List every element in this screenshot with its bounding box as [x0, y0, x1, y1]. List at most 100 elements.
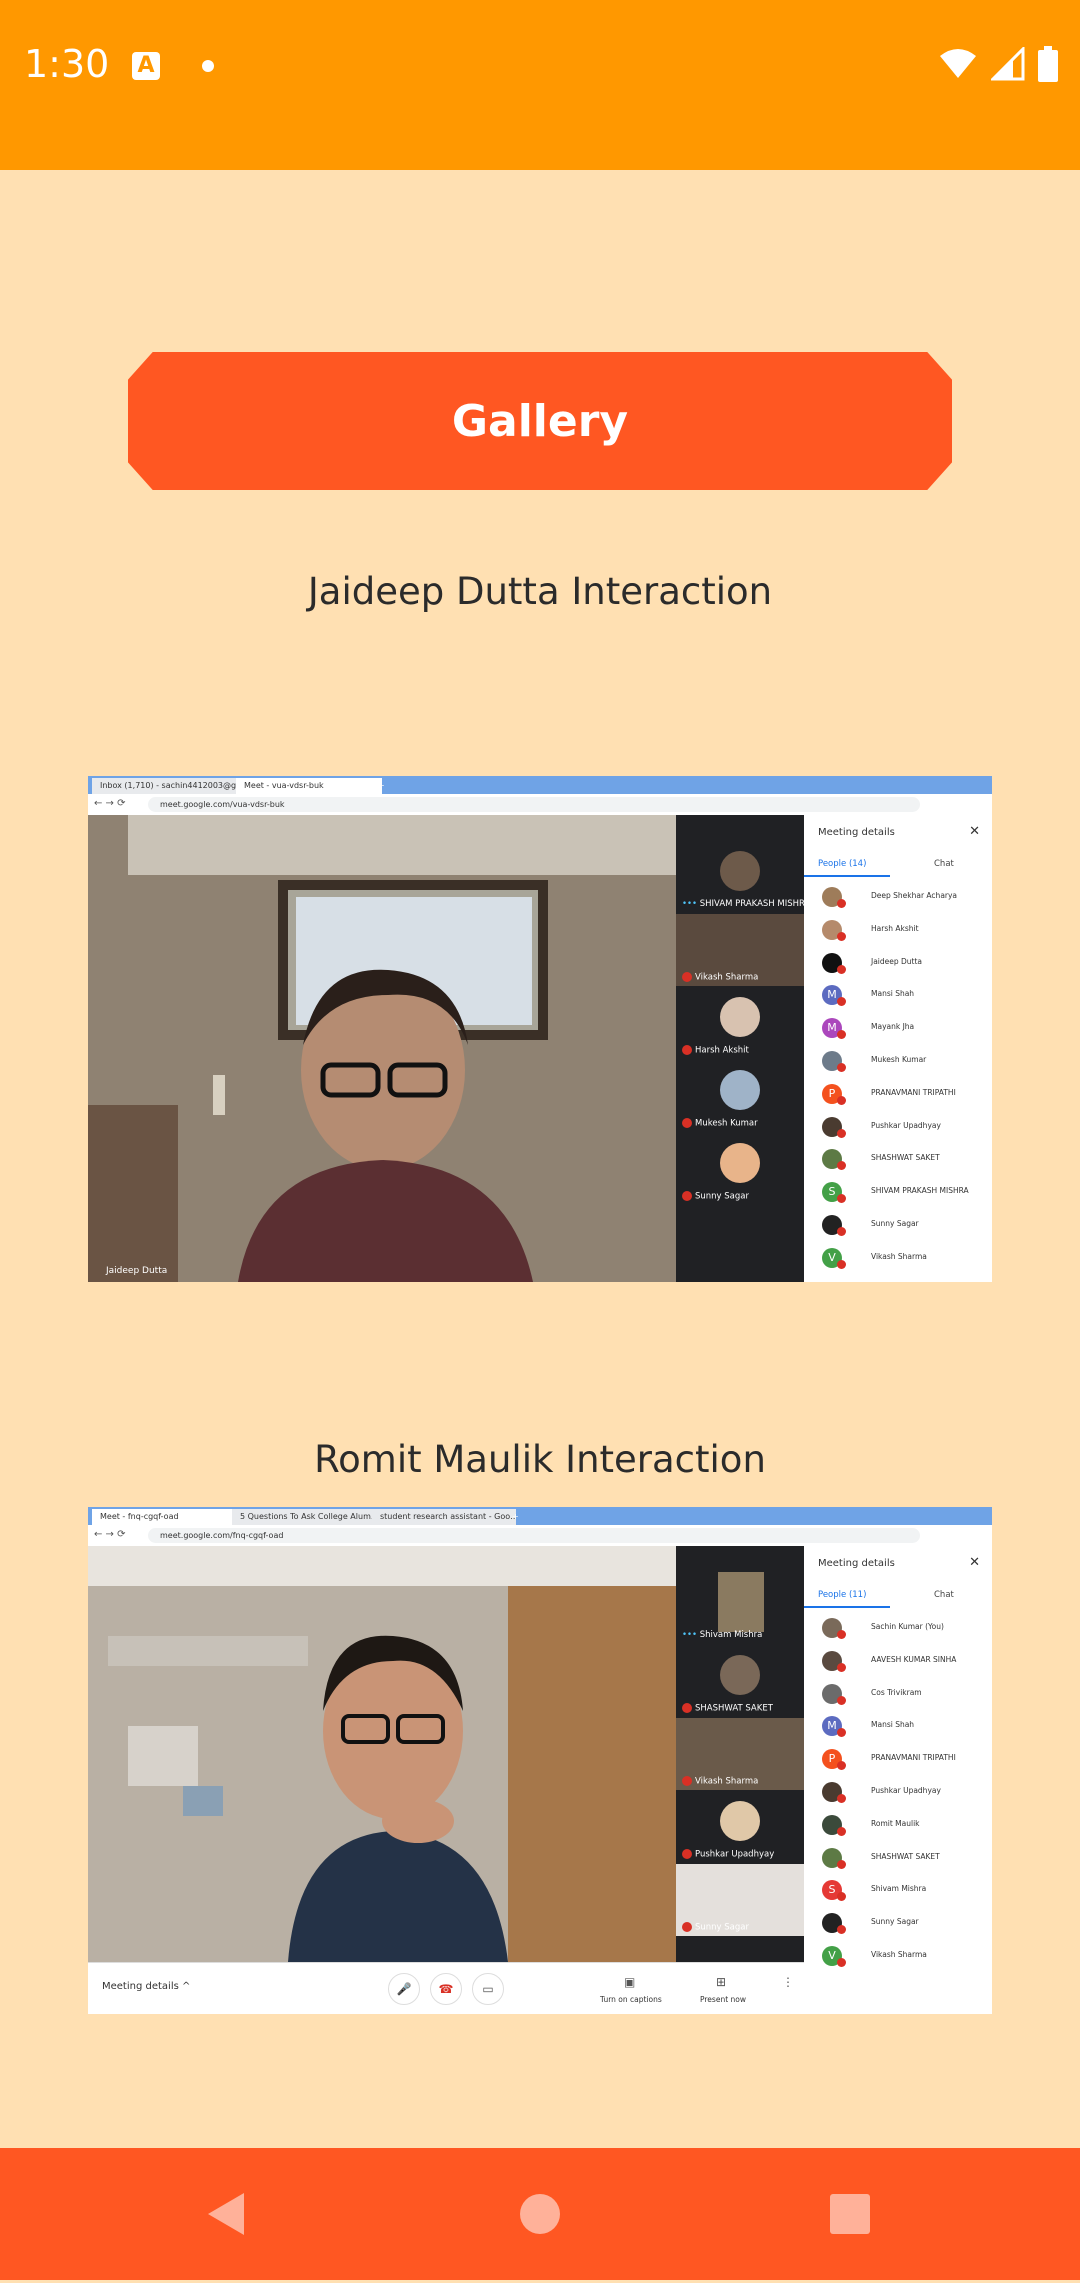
status-time: 1:30 [24, 42, 110, 86]
participant-tile[interactable]: Sunny Sagar [676, 1133, 804, 1205]
section-caption-1: Jaideep Dutta Interaction [307, 570, 773, 613]
participant-list-item[interactable]: S SHIVAM PRAKASH MISHRA [804, 1176, 992, 1209]
more-icon[interactable]: ⋮ [782, 1975, 794, 1989]
participant-list-item[interactable]: P PRANAVMANI TRIPATHI [804, 1743, 992, 1776]
avatar [720, 1801, 760, 1841]
tab-chat[interactable]: Chat [934, 859, 954, 869]
participant-list-item[interactable]: SHASHWAT SAKET [804, 1143, 992, 1176]
participant-tile[interactable]: Vikash Sharma [676, 1718, 804, 1790]
participant-list-item[interactable]: M Mansi Shah [804, 979, 992, 1012]
participant-name: SHASHWAT SAKET [871, 1153, 940, 1163]
tab-chat[interactable]: Chat [934, 1590, 954, 1600]
mic-off-icon [837, 1161, 846, 1171]
participant-list-item[interactable]: Pushkar Upadhyay [804, 1776, 992, 1809]
participant-tile[interactable]: Sunny Sagar [676, 1864, 804, 1936]
participant-tiles: ••• Shivam Mishra SHASHWAT SAKET Vikash … [676, 1546, 804, 1962]
participant-name: Harsh Akshit [682, 1044, 749, 1055]
video-scene [88, 1546, 676, 1962]
gallery-button[interactable]: Gallery [128, 352, 952, 490]
participant-name: Harsh Akshit [871, 923, 919, 933]
status-bar: 1:30 A [0, 0, 1080, 170]
close-icon[interactable]: ✕ [969, 824, 980, 839]
hangup-icon[interactable]: ☎ [430, 1973, 462, 2005]
main-speaker-name: Jaideep Dutta [106, 1266, 168, 1276]
participant-name: Pushkar Upadhyay [871, 1120, 941, 1130]
mic-off-icon [837, 1128, 846, 1138]
tab-people[interactable]: People (14) [818, 859, 866, 869]
avatar [718, 1572, 764, 1632]
mic-icon[interactable]: 🎤 [388, 1973, 420, 2005]
participant-name: Vikash Sharma [682, 1775, 758, 1786]
browser-tabbar: Meet - fnq-cgqf-oad 5 Questions To Ask C… [88, 1507, 992, 1525]
present-label[interactable]: Present now [700, 1995, 746, 2004]
notification-dot-icon [202, 60, 214, 72]
home-icon[interactable] [480, 2148, 600, 2280]
mic-off-icon [837, 1695, 846, 1705]
participant-tile[interactable]: Harsh Akshit [676, 987, 804, 1059]
participant-name: Mukesh Kumar [871, 1054, 927, 1064]
participant-name: Mukesh Kumar [682, 1117, 758, 1128]
participant-list-item[interactable]: Romit Maulik [804, 1809, 992, 1842]
participant-list-item[interactable]: M Mansi Shah [804, 1710, 992, 1743]
avatar [720, 1143, 760, 1183]
mic-off-icon [837, 1662, 846, 1672]
participant-list-item[interactable]: V Vikash Sharma [804, 1940, 992, 1973]
participant-list-item[interactable]: Sachin Kumar (You) [804, 1612, 992, 1645]
screenshot-romit[interactable]: Meet - fnq-cgqf-oad 5 Questions To Ask C… [88, 1507, 992, 2014]
mic-off-icon [837, 1226, 846, 1236]
participant-list-item[interactable]: V Vikash Sharma [804, 1242, 992, 1275]
participant-list-item[interactable]: Sunny Sagar [804, 1907, 992, 1940]
present-icon[interactable]: ⊞ [716, 1975, 726, 1989]
app-notification-icon: A [132, 52, 160, 80]
participant-name: ••• SHIVAM PRAKASH MISHRA [682, 899, 811, 909]
camera-icon[interactable]: ▭ [472, 1973, 504, 2005]
browser-tabbar: Inbox (1,710) - sachin4412003@g… Meet - … [88, 776, 992, 794]
meeting-details-panel: Meeting details ✕ People (11) Chat Sachi… [804, 1546, 992, 2014]
mic-off-icon [837, 1728, 846, 1738]
participant-list-item[interactable]: SHASHWAT SAKET [804, 1842, 992, 1875]
tab-underline [804, 875, 890, 877]
participant-list-item[interactable]: AAVESH KUMAR SINHA [804, 1645, 992, 1678]
participant-name: Sunny Sagar [682, 1190, 749, 1201]
screenshot-jaideep[interactable]: Inbox (1,710) - sachin4412003@g… Meet - … [88, 776, 992, 1282]
participant-list-item[interactable]: Pushkar Upadhyay [804, 1111, 992, 1144]
participant-list-item[interactable]: Harsh Akshit [804, 914, 992, 947]
url-text: meet.google.com/vua-vdsr-buk [148, 797, 920, 812]
wifi-icon [939, 49, 976, 78]
mic-off-icon [837, 1826, 846, 1836]
recents-icon[interactable] [790, 2148, 910, 2280]
participant-name: SHASHWAT SAKET [871, 1851, 940, 1861]
captions-icon[interactable]: ▣ [624, 1975, 635, 1989]
browser-tab: 5 Questions To Ask College Alum… [232, 1509, 376, 1525]
participant-tile[interactable]: ••• Shivam Mishra [676, 1572, 804, 1644]
meeting-details-toggle[interactable]: Meeting details ^ [102, 1981, 190, 1992]
participant-list-item[interactable]: P PRANAVMANI TRIPATHI [804, 1078, 992, 1111]
back-icon[interactable] [166, 2148, 286, 2280]
participant-list-item[interactable]: Mukesh Kumar [804, 1045, 992, 1078]
tab-people[interactable]: People (11) [818, 1590, 866, 1600]
meeting-details-panel: Meeting details ✕ People (14) Chat Deep … [804, 815, 992, 1282]
participant-tile[interactable]: SHASHWAT SAKET [676, 1645, 804, 1717]
participant-list-item[interactable]: Deep Shekhar Acharya [804, 881, 992, 914]
close-icon[interactable]: ✕ [969, 1555, 980, 1570]
participant-name: Mayank Jha [871, 1022, 915, 1032]
url-text: meet.google.com/fnq-cgqf-oad [148, 1528, 920, 1543]
people-list: Deep Shekhar Acharya Harsh Akshit Jaideep … [804, 881, 992, 1275]
participant-tile[interactable]: Pushkar Upadhyay [676, 1791, 804, 1863]
section-caption-2: Romit Maulik Interaction [314, 1438, 766, 1481]
captions-label[interactable]: Turn on captions [600, 1995, 662, 2004]
tab-underline [804, 1606, 890, 1608]
participant-list-item[interactable]: Jaideep Dutta [804, 947, 992, 980]
participant-tile[interactable]: Vikash Sharma [676, 914, 804, 986]
avatar [720, 997, 760, 1037]
mic-off-icon [837, 964, 846, 974]
participant-list-item[interactable]: Sunny Sagar [804, 1209, 992, 1242]
participant-tile[interactable]: Mukesh Kumar [676, 1060, 804, 1132]
participant-list-item[interactable]: M Mayank Jha [804, 1012, 992, 1045]
participant-list-item[interactable]: S Shivam Mishra [804, 1874, 992, 1907]
participant-tile[interactable]: ••• SHIVAM PRAKASH MISHRA [676, 841, 810, 913]
participant-name: PRANAVMANI TRIPATHI [871, 1087, 956, 1097]
main-video-romit [88, 1546, 676, 1962]
participant-list-item[interactable]: Cos Trivikram [804, 1678, 992, 1711]
status-icons [930, 46, 1058, 82]
